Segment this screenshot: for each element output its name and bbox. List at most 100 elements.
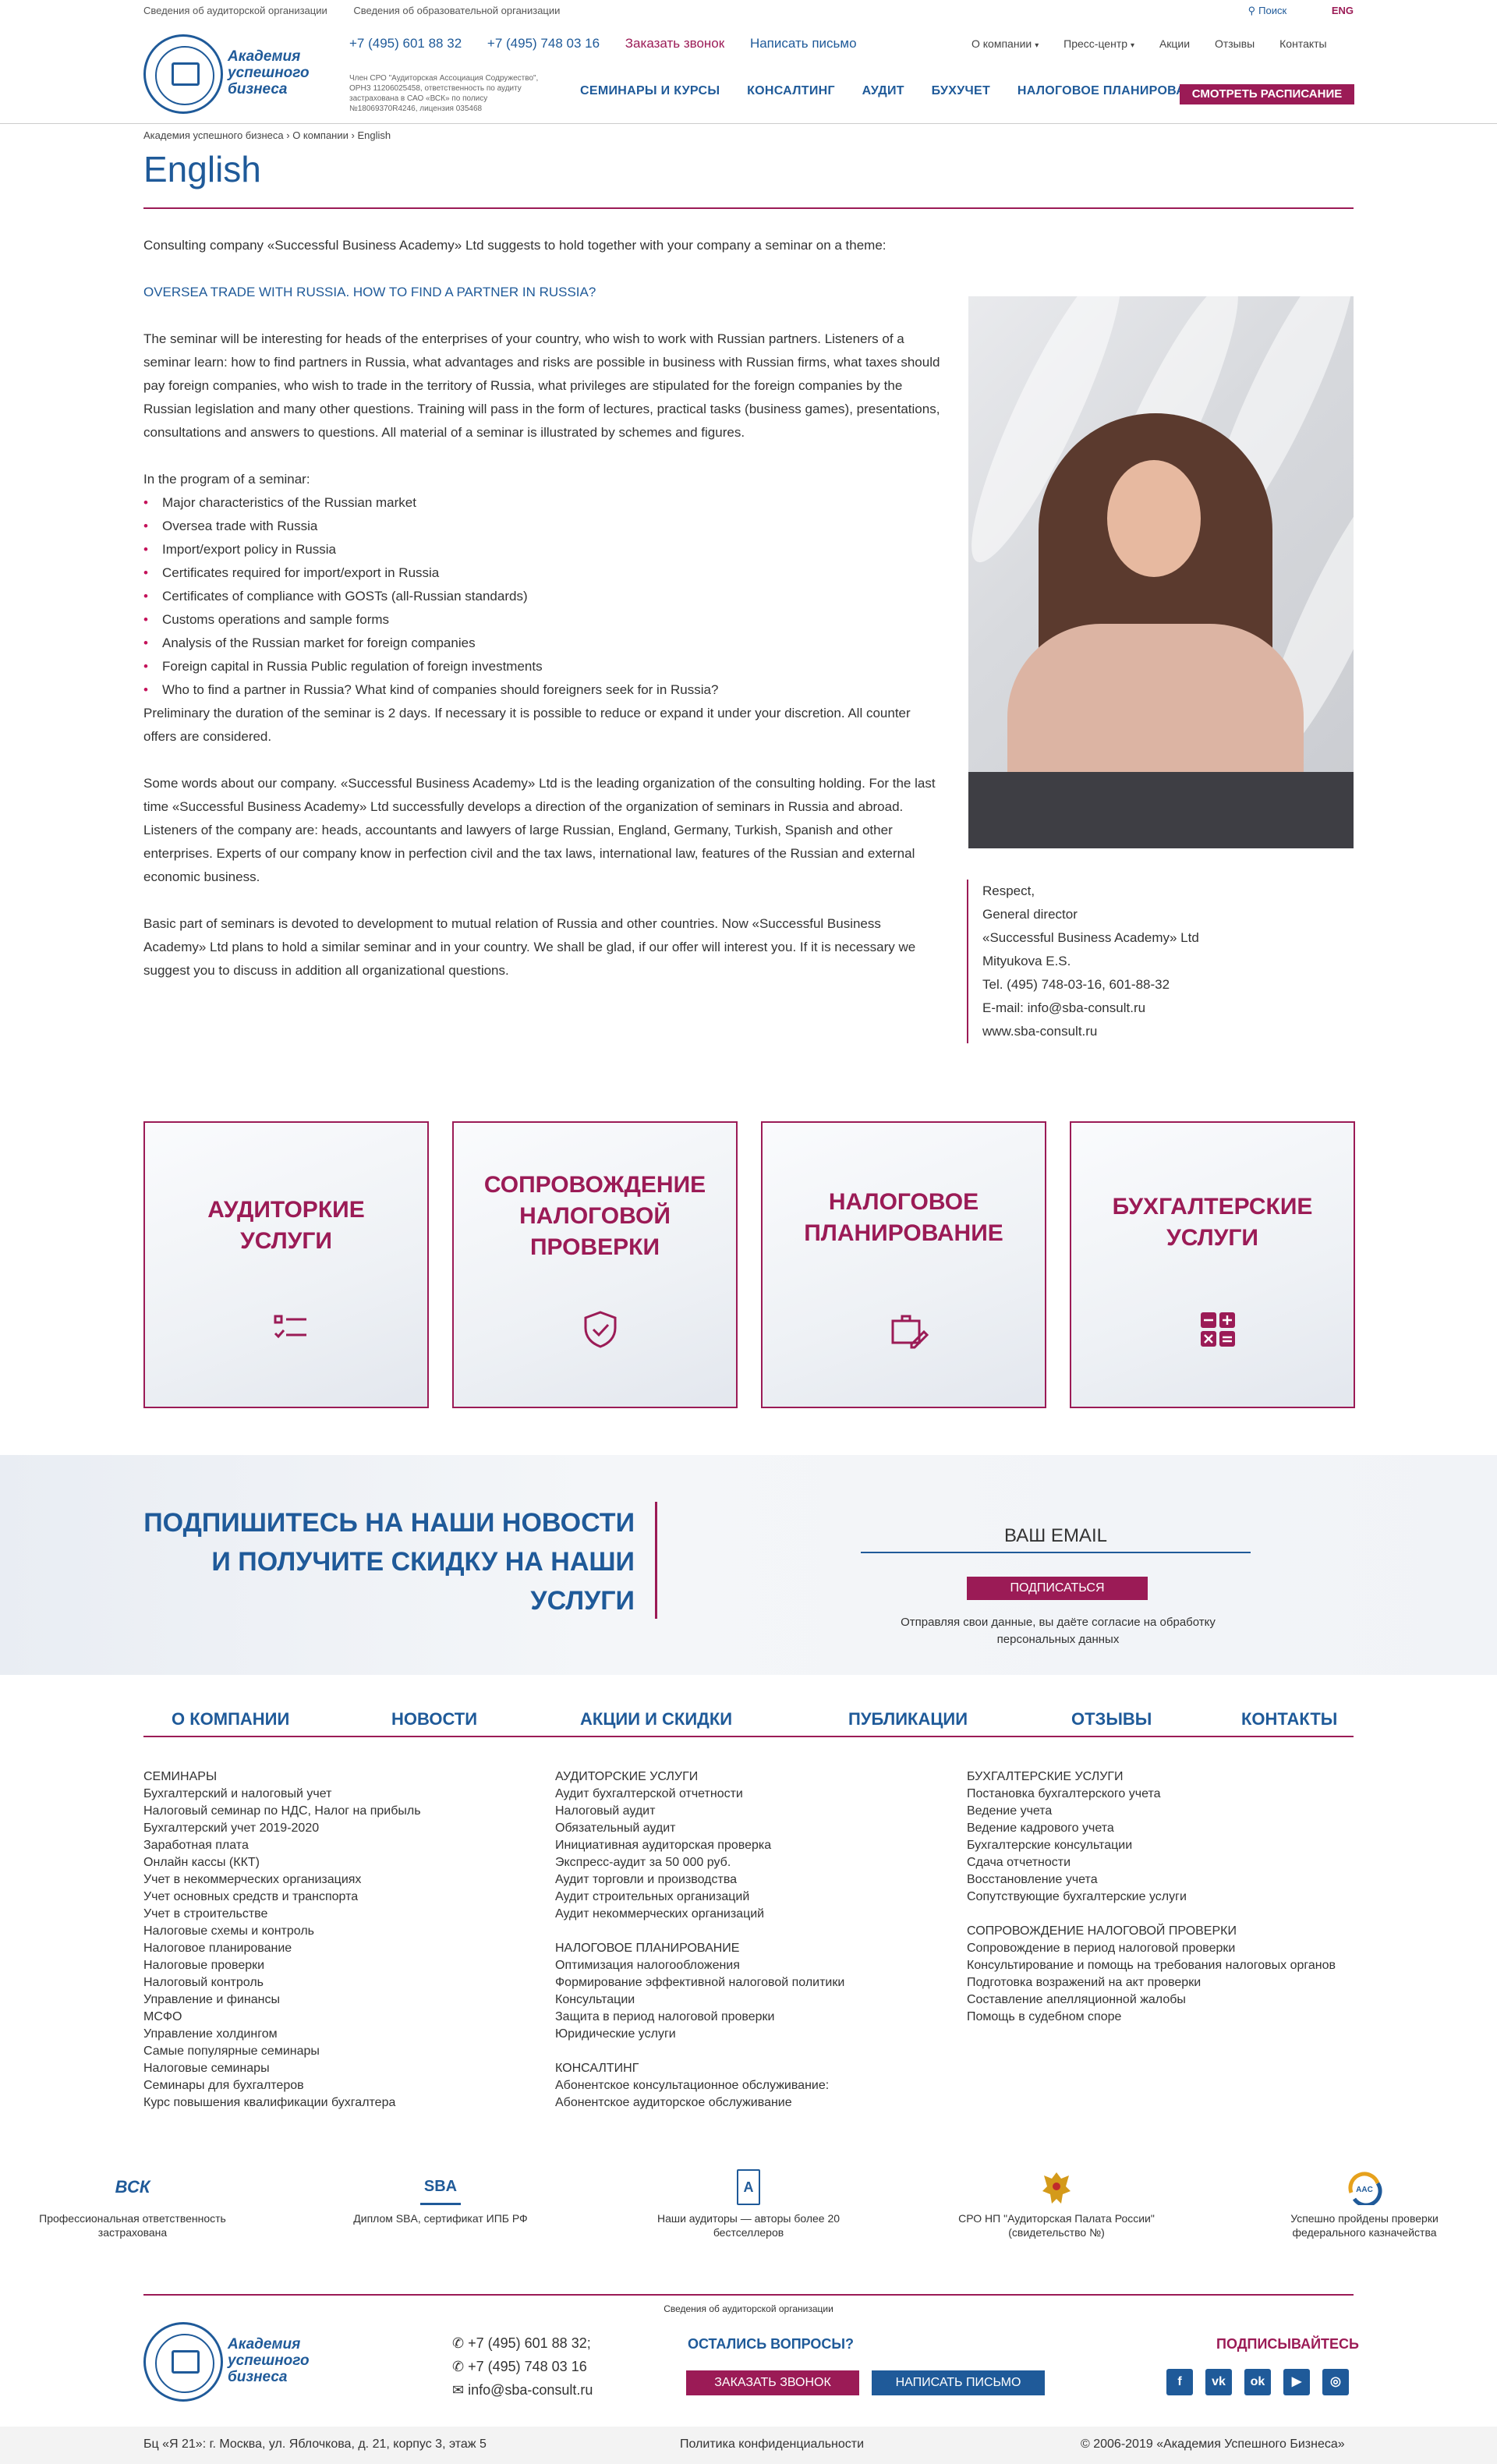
lang-switch[interactable]: ENG <box>1332 5 1354 16</box>
edu-info-link[interactable]: Сведения об образовательной организации <box>353 5 560 16</box>
service-card-tax-audit[interactable]: Сопровождение налоговой проверки <box>452 1121 738 1408</box>
footer-link[interactable]: Налоговые семинары <box>143 2060 533 2077</box>
footer-nav-contacts[interactable]: КОНТАКТЫ <box>1241 1709 1337 1729</box>
breadcrumb-about[interactable]: О компании <box>292 129 349 141</box>
footer-link[interactable]: Ведение кадрового учета <box>967 1820 1357 1837</box>
footer-heading[interactable]: НАЛОГОВОЕ ПЛАНИРОВАНИЕ <box>555 1940 945 1957</box>
footer-link[interactable]: Юридические услуги <box>555 2026 945 2043</box>
footer-audit-info-link[interactable]: Сведения об аудиторской организации <box>0 2303 1497 2314</box>
topnav-contacts[interactable]: Контакты <box>1279 37 1326 50</box>
footer-nav-promo[interactable]: АКЦИИ И СКИДКИ <box>580 1709 732 1729</box>
footer-link[interactable]: Управление холдингом <box>143 2026 533 2043</box>
footer-link[interactable]: Аудит некоммерческих организаций <box>555 1906 945 1923</box>
footer-phone-1[interactable]: ✆ +7 (495) 601 88 32; <box>452 2331 593 2355</box>
odnoklassniki-icon[interactable]: ok <box>1244 2369 1271 2395</box>
footer-link[interactable]: Налоговый контроль <box>143 1974 533 1991</box>
audit-info-link[interactable]: Сведения об аудиторской организации <box>143 5 327 16</box>
breadcrumb-home[interactable]: Академия успешного бизнеса <box>143 129 284 141</box>
footer-link[interactable]: Налоговые схемы и контроль <box>143 1923 533 1940</box>
footer-link[interactable]: Консультации <box>555 1991 945 2009</box>
footer-link[interactable]: Бухгалтерский и налоговый учет <box>143 1786 533 1803</box>
footer-link[interactable]: Налоговый семинар по НДС, Налог на прибы… <box>143 1803 533 1820</box>
footer-nav-publications[interactable]: ПУБЛИКАЦИИ <box>848 1709 968 1729</box>
service-card-audit[interactable]: Аудиторкие услуги <box>143 1121 429 1408</box>
header-phone-2[interactable]: +7 (495) 748 03 16 <box>487 36 600 51</box>
footer-link[interactable]: Оптимизация налогообложения <box>555 1957 945 1974</box>
footer-logo[interactable]: Академия успешного бизнеса <box>143 2322 331 2403</box>
footer-link[interactable]: Составление апелляционной жалобы <box>967 1991 1357 2009</box>
nav-audit[interactable]: АУДИТ <box>862 84 904 97</box>
footer-link[interactable]: Инициативная аудиторская проверка <box>555 1837 945 1854</box>
footer-link[interactable]: Формирование эффективной налоговой полит… <box>555 1974 945 1991</box>
footer-link[interactable]: Самые популярные семинары <box>143 2043 533 2060</box>
service-card-tax-planning[interactable]: Налоговое планирование <box>761 1121 1046 1408</box>
nav-consulting[interactable]: КОНСАЛТИНГ <box>747 84 835 97</box>
email-input[interactable]: ВАШ EMAIL <box>861 1525 1251 1553</box>
footer-link[interactable]: Аудит строительных организаций <box>555 1889 945 1906</box>
header-phone-1[interactable]: +7 (495) 601 88 32 <box>349 36 462 51</box>
footer-link[interactable]: Заработная плата <box>143 1837 533 1854</box>
footer-heading[interactable]: БУХГАЛТЕРСКИЕ УСЛУГИ <box>967 1768 1357 1786</box>
footer-phone-2[interactable]: ✆ +7 (495) 748 03 16 <box>452 2355 593 2378</box>
privacy-policy-link[interactable]: Политика конфиденциальности <box>680 2437 864 2452</box>
footer-link[interactable]: Экспресс-аудит за 50 000 руб. <box>555 1854 945 1871</box>
search-link[interactable]: ⚲ Поиск <box>1248 5 1311 16</box>
topnav-press[interactable]: Пресс-центр <box>1063 37 1127 50</box>
footer-link[interactable]: Аудит бухгалтерской отчетности <box>555 1786 945 1803</box>
footer-link[interactable]: Сопровождение в период налоговой проверк… <box>967 1940 1357 1957</box>
footer-link[interactable]: Сдача отчетности <box>967 1854 1357 1871</box>
subscribe-button[interactable]: ПОДПИСАТЬСЯ <box>967 1577 1148 1600</box>
footer-link[interactable]: Семинары для бухгалтеров <box>143 2077 533 2094</box>
site-logo[interactable]: Академия успешного бизнеса <box>143 34 331 117</box>
footer-link[interactable]: Консультирование и помощь на требования … <box>967 1957 1357 1974</box>
footer-link[interactable]: Восстановление учета <box>967 1871 1357 1889</box>
footer-link[interactable]: Налоговое планирование <box>143 1940 533 1957</box>
footer-link[interactable]: Аудит торговли и производства <box>555 1871 945 1889</box>
instagram-icon[interactable]: ◎ <box>1322 2369 1349 2395</box>
footer-link[interactable]: Курс повышения квалификации бухгалтера <box>143 2094 533 2112</box>
youtube-icon[interactable]: ▶ <box>1283 2369 1310 2395</box>
footer-heading[interactable]: СОПРОВОЖДЕНИЕ НАЛОГОВОЙ ПРОВЕРКИ <box>967 1923 1357 1940</box>
footer-nav-reviews[interactable]: ОТЗЫВЫ <box>1071 1709 1152 1729</box>
footer-link[interactable]: Помощь в судебном споре <box>967 2009 1357 2026</box>
footer-link[interactable]: Управление и финансы <box>143 1991 533 2009</box>
footer-link[interactable]: Онлайн кассы (ККТ) <box>143 1854 533 1871</box>
footer-nav-about[interactable]: О КОМПАНИИ <box>172 1709 289 1729</box>
signature-email[interactable]: E-mail: info@sba-consult.ru <box>982 997 1354 1020</box>
footer-link[interactable]: Учет в некоммерческих организациях <box>143 1871 533 1889</box>
topnav-about[interactable]: О компании <box>971 37 1032 50</box>
nav-seminars[interactable]: СЕМИНАРЫ И КУРСЫ <box>580 84 720 97</box>
signature-website[interactable]: www.sba-consult.ru <box>982 1020 1354 1043</box>
footer-link[interactable]: Налоговые проверки <box>143 1957 533 1974</box>
footer-link[interactable]: Абонентское аудиторское обслуживание <box>555 2094 945 2112</box>
footer-heading[interactable]: КОНСАЛТИНГ <box>555 2060 945 2077</box>
footer-link[interactable]: Постановка бухгалтерского учета <box>967 1786 1357 1803</box>
write-letter-button[interactable]: НАПИСАТЬ ПИСЬМО <box>872 2370 1045 2395</box>
facebook-icon[interactable]: f <box>1166 2369 1193 2395</box>
nav-accounting[interactable]: БУХУЧЕТ <box>932 84 990 97</box>
footer-nav-news[interactable]: НОВОСТИ <box>391 1709 477 1729</box>
order-call-button[interactable]: ЗАКАЗАТЬ ЗВОНОК <box>686 2370 859 2395</box>
footer-link[interactable]: Защита в период налоговой проверки <box>555 2009 945 2026</box>
order-call-link[interactable]: Заказать звонок <box>625 36 724 51</box>
topnav-promo[interactable]: Акции <box>1159 37 1190 50</box>
vk-icon[interactable]: vk <box>1205 2369 1232 2395</box>
footer-link[interactable]: Учет в строительстве <box>143 1906 533 1923</box>
footer-link[interactable]: Бухгалтерские консультации <box>967 1837 1357 1854</box>
footer-link[interactable]: Налоговый аудит <box>555 1803 945 1820</box>
footer-link[interactable]: Подготовка возражений на акт проверки <box>967 1974 1357 1991</box>
footer-link[interactable]: Учет основных средств и транспорта <box>143 1889 533 1906</box>
footer-link[interactable]: Бухгалтерский учет 2019-2020 <box>143 1820 533 1837</box>
footer-heading[interactable]: СЕМИНАРЫ <box>143 1768 533 1786</box>
service-card-accounting[interactable]: Бухгалтерские услуги <box>1070 1121 1355 1408</box>
footer-email[interactable]: ✉ info@sba-consult.ru <box>452 2378 593 2402</box>
write-letter-link[interactable]: Написать письмо <box>750 36 857 51</box>
schedule-button[interactable]: СМОТРЕТЬ РАСПИСАНИЕ <box>1180 84 1354 104</box>
footer-heading[interactable]: АУДИТОРСКИЕ УСЛУГИ <box>555 1768 945 1786</box>
footer-link[interactable]: Ведение учета <box>967 1803 1357 1820</box>
footer-link[interactable]: Сопутствующие бухгалтерские услуги <box>967 1889 1357 1906</box>
topnav-reviews[interactable]: Отзывы <box>1215 37 1255 50</box>
footer-heading[interactable]: МСФО <box>143 2009 533 2026</box>
footer-link[interactable]: Обязательный аудит <box>555 1820 945 1837</box>
footer-link[interactable]: Абонентское консультационное обслуживани… <box>555 2077 945 2094</box>
